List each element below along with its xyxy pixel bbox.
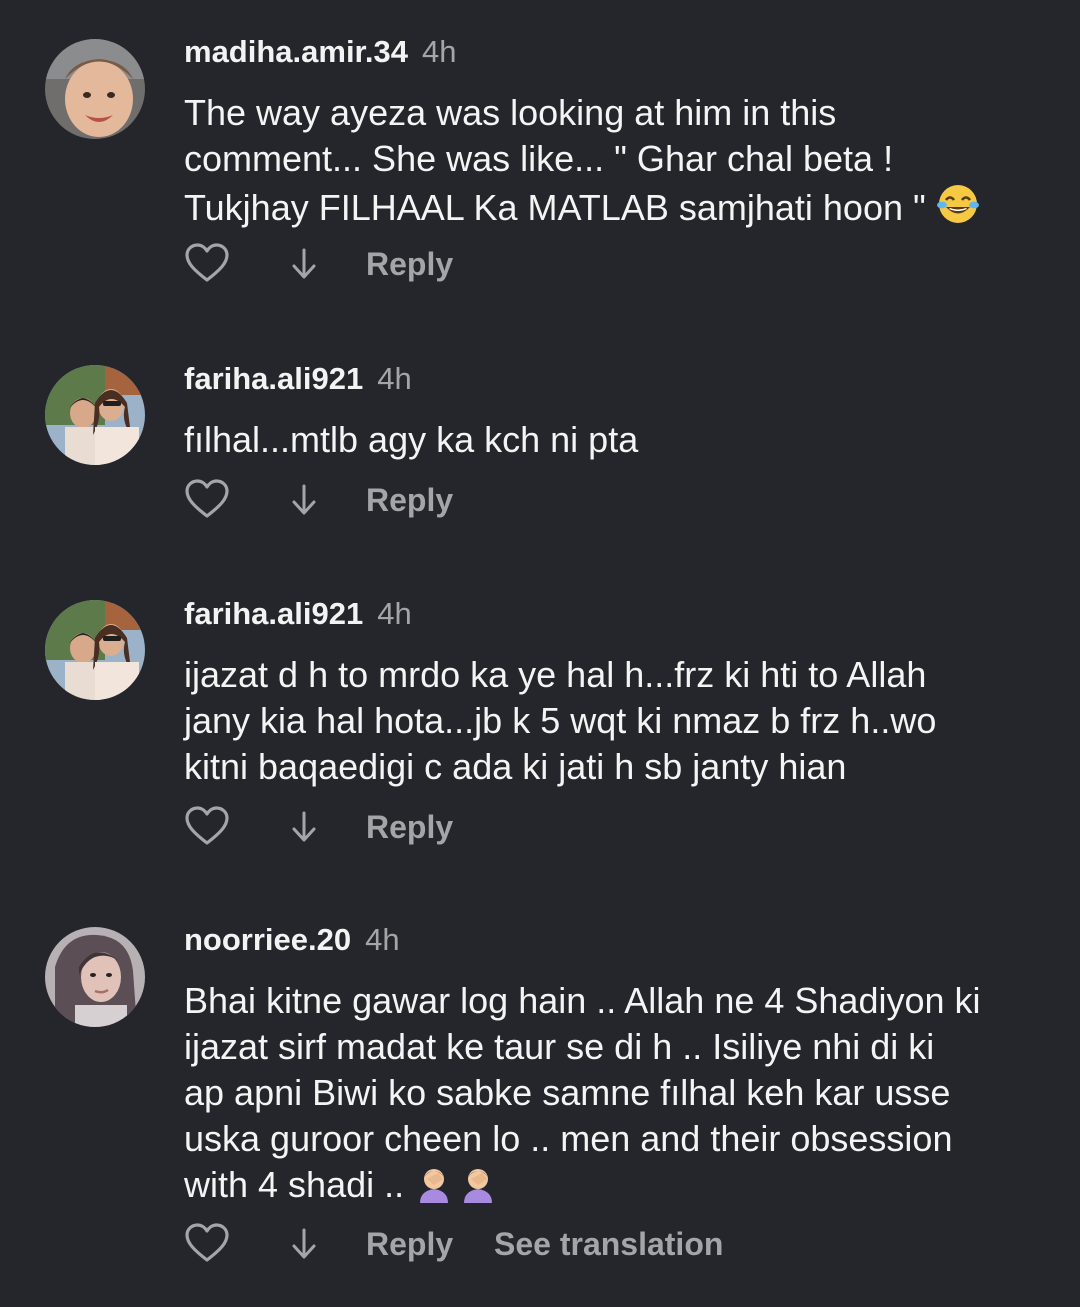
comment-actions: Reply See translation bbox=[184, 1222, 784, 1266]
face-with-tears-of-joy-icon bbox=[936, 182, 980, 237]
avatar[interactable] bbox=[45, 927, 145, 1027]
comment-item: fariha.ali921 4h fılhal...mtlb agy ka kch… bbox=[0, 330, 1080, 550]
comment-timestamp: 4h bbox=[365, 922, 400, 957]
comment-timestamp: 4h bbox=[422, 34, 457, 69]
dislike-arrow-down-icon[interactable] bbox=[286, 244, 322, 284]
like-heart-icon[interactable] bbox=[184, 478, 230, 522]
comment-text-content: The way ayeza was looking at him in this… bbox=[184, 92, 926, 228]
comment-text-content: fılhal...mtlb agy ka kch ni pta bbox=[184, 419, 639, 460]
like-heart-icon[interactable] bbox=[184, 1222, 230, 1266]
like-heart-icon[interactable] bbox=[184, 242, 230, 286]
comment-actions: Reply bbox=[184, 478, 784, 522]
username[interactable]: fariha.ali921 bbox=[184, 596, 363, 631]
avatar[interactable] bbox=[45, 365, 145, 465]
like-heart-icon[interactable] bbox=[184, 805, 230, 849]
dislike-arrow-down-icon[interactable] bbox=[286, 1224, 322, 1264]
comment-text-content: Bhai kitne gawar log hain .. Allah ne 4 … bbox=[184, 980, 981, 1205]
comment-timestamp: 4h bbox=[377, 361, 412, 396]
username[interactable]: noorriee.20 bbox=[184, 922, 351, 957]
comment-text: The way ayeza was looking at him in this… bbox=[184, 90, 1054, 237]
comment-item: fariha.ali921 4h ijazat d h to mrdo ka ye… bbox=[0, 565, 1080, 885]
username[interactable]: madiha.amir.34 bbox=[184, 34, 408, 69]
comment-item: madiha.amir.34 4h The way ayeza was looki… bbox=[0, 0, 1080, 310]
see-translation-button[interactable]: See translation bbox=[494, 1222, 723, 1266]
reply-button[interactable]: Reply bbox=[366, 805, 453, 849]
comment-timestamp: 4h bbox=[377, 596, 412, 631]
comment-actions: Reply bbox=[184, 242, 784, 286]
comment-item: noorriee.20 4h Bhai kitne gawar log hain … bbox=[0, 892, 1080, 1292]
avatar[interactable] bbox=[45, 600, 145, 700]
comment-actions: Reply bbox=[184, 805, 784, 849]
avatar[interactable] bbox=[45, 39, 145, 139]
username[interactable]: fariha.ali921 bbox=[184, 361, 363, 396]
comment-text: ijazat d h to mrdo ka ye hal h...frz ki … bbox=[184, 652, 1054, 790]
comment-text: fılhal...mtlb agy ka kch ni pta bbox=[184, 417, 1054, 463]
comment-text: Bhai kitne gawar log hain .. Allah ne 4 … bbox=[184, 978, 1054, 1214]
comment-text-content: ijazat d h to mrdo ka ye hal h...frz ki … bbox=[184, 654, 937, 787]
reply-button[interactable]: Reply bbox=[366, 1222, 453, 1266]
dislike-arrow-down-icon[interactable] bbox=[286, 480, 322, 520]
reply-button[interactable]: Reply bbox=[366, 242, 453, 286]
reply-button[interactable]: Reply bbox=[366, 478, 453, 522]
dislike-arrow-down-icon[interactable] bbox=[286, 807, 322, 847]
person-facepalming-icon bbox=[414, 1163, 498, 1214]
